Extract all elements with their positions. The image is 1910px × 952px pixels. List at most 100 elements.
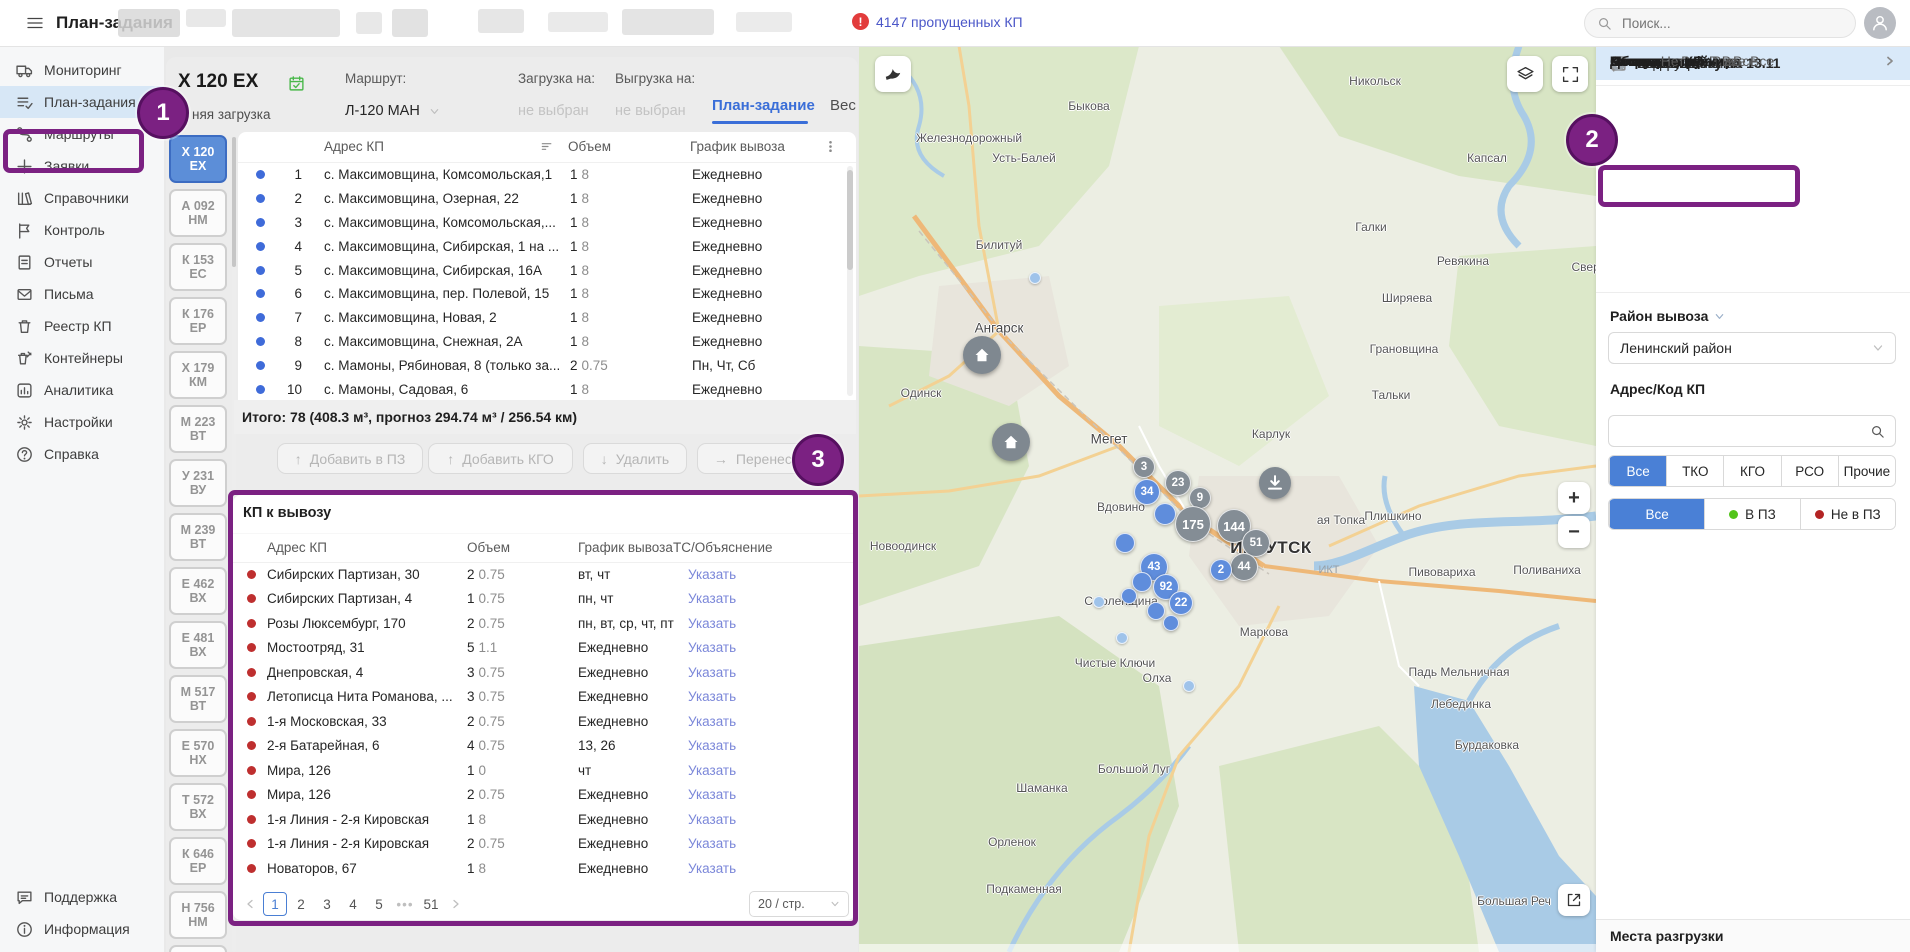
specify-link[interactable]: Указать <box>688 763 855 778</box>
vehicle-plate[interactable]: У 231 ВУ <box>169 459 227 507</box>
pickup-row[interactable]: Мостоотряд, 31 51.1 Ежедневно Указать <box>233 636 855 661</box>
specify-link[interactable]: Указать <box>688 591 855 606</box>
user-avatar[interactable] <box>1864 7 1896 39</box>
pickup-row[interactable]: Мира, 126 10 чт Указать <box>233 758 855 783</box>
specify-link[interactable]: Указать <box>688 665 855 680</box>
map-cluster[interactable] <box>1132 572 1152 592</box>
in-plan-button[interactable]: В ПЗ <box>1704 499 1799 529</box>
sidebar-item[interactable]: Справочники <box>0 182 164 214</box>
sidebar-item[interactable]: Реестр КП <box>0 310 164 342</box>
tab-plan-task[interactable]: План-задание <box>712 97 815 114</box>
missed-kp-alert[interactable]: ! 4147 пропущенных КП <box>852 13 1023 30</box>
specify-link[interactable]: Указать <box>688 738 855 753</box>
sidebar-item[interactable]: Отчеты <box>0 246 164 278</box>
specify-link[interactable]: Указать <box>688 714 855 729</box>
page-button[interactable]: 5 <box>367 892 391 916</box>
table-scrollbar[interactable] <box>847 166 853 396</box>
prev-page-icon[interactable] <box>239 892 261 916</box>
map-cluster[interactable]: 22 <box>1169 591 1193 615</box>
specify-link[interactable]: Указать <box>688 861 855 876</box>
menu-toggle-icon[interactable] <box>26 14 44 32</box>
sort-icon[interactable] <box>540 139 555 154</box>
sidebar-item[interactable]: Настройки <box>0 406 164 438</box>
add-to-plan-button[interactable]: ↑Добавить в ПЗ <box>277 443 423 474</box>
pickup-row[interactable]: Сибирских Партизан, 4 10.75 пн, чт Указа… <box>233 587 855 612</box>
specify-link[interactable]: Указать <box>688 567 855 582</box>
pickup-row[interactable]: Мира, 126 20.75 Ежедневно Указать <box>233 783 855 808</box>
vehicle-plate[interactable]: Х 120 ЕХ <box>169 135 227 183</box>
route-select[interactable]: Л-120 МАН <box>345 103 505 119</box>
map-cluster[interactable]: 34 <box>1134 479 1160 505</box>
page-button[interactable]: ••• <box>393 892 417 916</box>
vehicle-plate[interactable]: Е 481 ВХ <box>169 621 227 669</box>
vehicle-plate[interactable]: К 176 ЕР <box>169 297 227 345</box>
sidebar-item[interactable]: Справка <box>0 438 164 470</box>
table-row[interactable]: 1 с. Максимовщина, Комсомольская,1 18 Еж… <box>238 163 856 187</box>
table-row[interactable]: 6 с. Максимовщина, пер. Полевой, 15 18 Е… <box>238 282 856 306</box>
specify-link[interactable]: Указать <box>688 640 855 655</box>
map-layers-button[interactable] <box>1507 56 1543 92</box>
zoom-out-button[interactable]: − <box>1558 516 1590 548</box>
pickup-row[interactable]: 2-я Батарейная, 6 40.75 13, 26 Указать <box>233 734 855 759</box>
map-bird-tool-button[interactable] <box>875 56 911 92</box>
vehicle-plate[interactable]: М 517 ВТ <box>169 675 227 723</box>
map-fullscreen-button[interactable] <box>1552 56 1588 92</box>
waste-type-button[interactable]: Прочие <box>1838 456 1895 486</box>
global-search[interactable] <box>1584 8 1856 38</box>
table-row[interactable]: 3 с. Максимовщина, Комсомольская,... 18 … <box>238 211 856 235</box>
map-cluster[interactable]: 3 <box>1133 456 1155 478</box>
vehicle-plate[interactable]: Е 570 НХ <box>169 729 227 777</box>
map-marker[interactable] <box>992 423 1030 461</box>
table-row[interactable]: 4 с. Максимовщина, Сибирская, 1 на ... 1… <box>238 234 856 258</box>
map-marker[interactable] <box>1259 467 1291 499</box>
unload-value[interactable]: не выбран <box>615 103 686 119</box>
filter-row[interactable]: Метки Нет <box>1596 46 1910 76</box>
map-cluster[interactable] <box>1029 272 1041 284</box>
vehicle-plate[interactable]: Н 756 НМ <box>169 891 227 939</box>
vehicle-plate[interactable]: К 646 ЕР <box>169 837 227 885</box>
vehicle-plate[interactable]: Х 179 КМ <box>169 351 227 399</box>
next-page-icon[interactable] <box>445 892 467 916</box>
in-plan-button[interactable]: Все <box>1609 499 1704 529</box>
map-cluster[interactable]: 2 <box>1210 559 1232 581</box>
table-row[interactable]: 2 с. Максимовщина, Озерная, 22 18 Ежедне… <box>238 187 856 211</box>
vehicle-plate[interactable]: Е 462 ВХ <box>169 567 227 615</box>
page-button[interactable]: 51 <box>419 892 443 916</box>
pickup-row[interactable]: Розы Люксембург, 170 20.75 пн, вт, ср, ч… <box>233 611 855 636</box>
waste-type-button[interactable]: ТКО <box>1666 456 1723 486</box>
map-export-button[interactable] <box>1558 884 1590 916</box>
map-cluster[interactable] <box>1121 588 1137 604</box>
specify-link[interactable]: Указать <box>688 689 855 704</box>
pickup-row[interactable]: Летописца Нита Романова, ... 30.75 Ежедн… <box>233 685 855 710</box>
tab-weight[interactable]: Вес <box>830 97 856 114</box>
delete-button[interactable]: ↓Удалить <box>583 443 687 474</box>
map[interactable]: НикольскБыковаЖелезнодорожныйУсть-БалейК… <box>859 46 1596 952</box>
in-plan-button[interactable]: Не в ПЗ <box>1800 499 1895 529</box>
pickup-row[interactable]: 1-я Московская, 33 20.75 Ежедневно Указа… <box>233 709 855 734</box>
map-cluster[interactable] <box>1154 503 1176 525</box>
search-input[interactable] <box>1620 15 1824 32</box>
page-button[interactable]: 3 <box>315 892 339 916</box>
specify-link[interactable]: Указать <box>688 836 855 851</box>
sidebar-item[interactable]: Аналитика <box>0 374 164 406</box>
specify-link[interactable]: Указать <box>688 812 855 827</box>
map-cluster[interactable]: 23 <box>1165 470 1191 496</box>
map-cluster[interactable] <box>1115 533 1135 553</box>
table-row[interactable]: 10 с. Мамоны, Садовая, 6 18 Ежедневно <box>238 377 856 400</box>
waste-type-button[interactable]: РСО <box>1781 456 1838 486</box>
map-cluster[interactable]: 44 <box>1230 553 1258 581</box>
table-row[interactable]: 8 с. Максимовщина, Снежная, 2А 18 Ежедне… <box>238 330 856 354</box>
calendar-check-icon[interactable] <box>288 75 305 92</box>
map-cluster[interactable] <box>1116 632 1128 644</box>
waste-type-button[interactable]: КГО <box>1723 456 1780 486</box>
vehicle-plate[interactable]: М 239 ВТ <box>169 513 227 561</box>
page-button[interactable]: 2 <box>289 892 313 916</box>
map-marker[interactable] <box>963 336 1001 374</box>
page-button[interactable]: 4 <box>341 892 365 916</box>
map-cluster[interactable] <box>1093 596 1105 608</box>
page-size-select[interactable]: 20 / стр. <box>749 891 849 917</box>
specify-link[interactable]: Указать <box>688 616 855 631</box>
sidebar-item[interactable]: Контроль <box>0 214 164 246</box>
district-select[interactable]: Ленинский район <box>1608 332 1896 364</box>
table-row[interactable]: 7 с. Максимовщина, Новая, 2 18 Ежедневно <box>238 306 856 330</box>
